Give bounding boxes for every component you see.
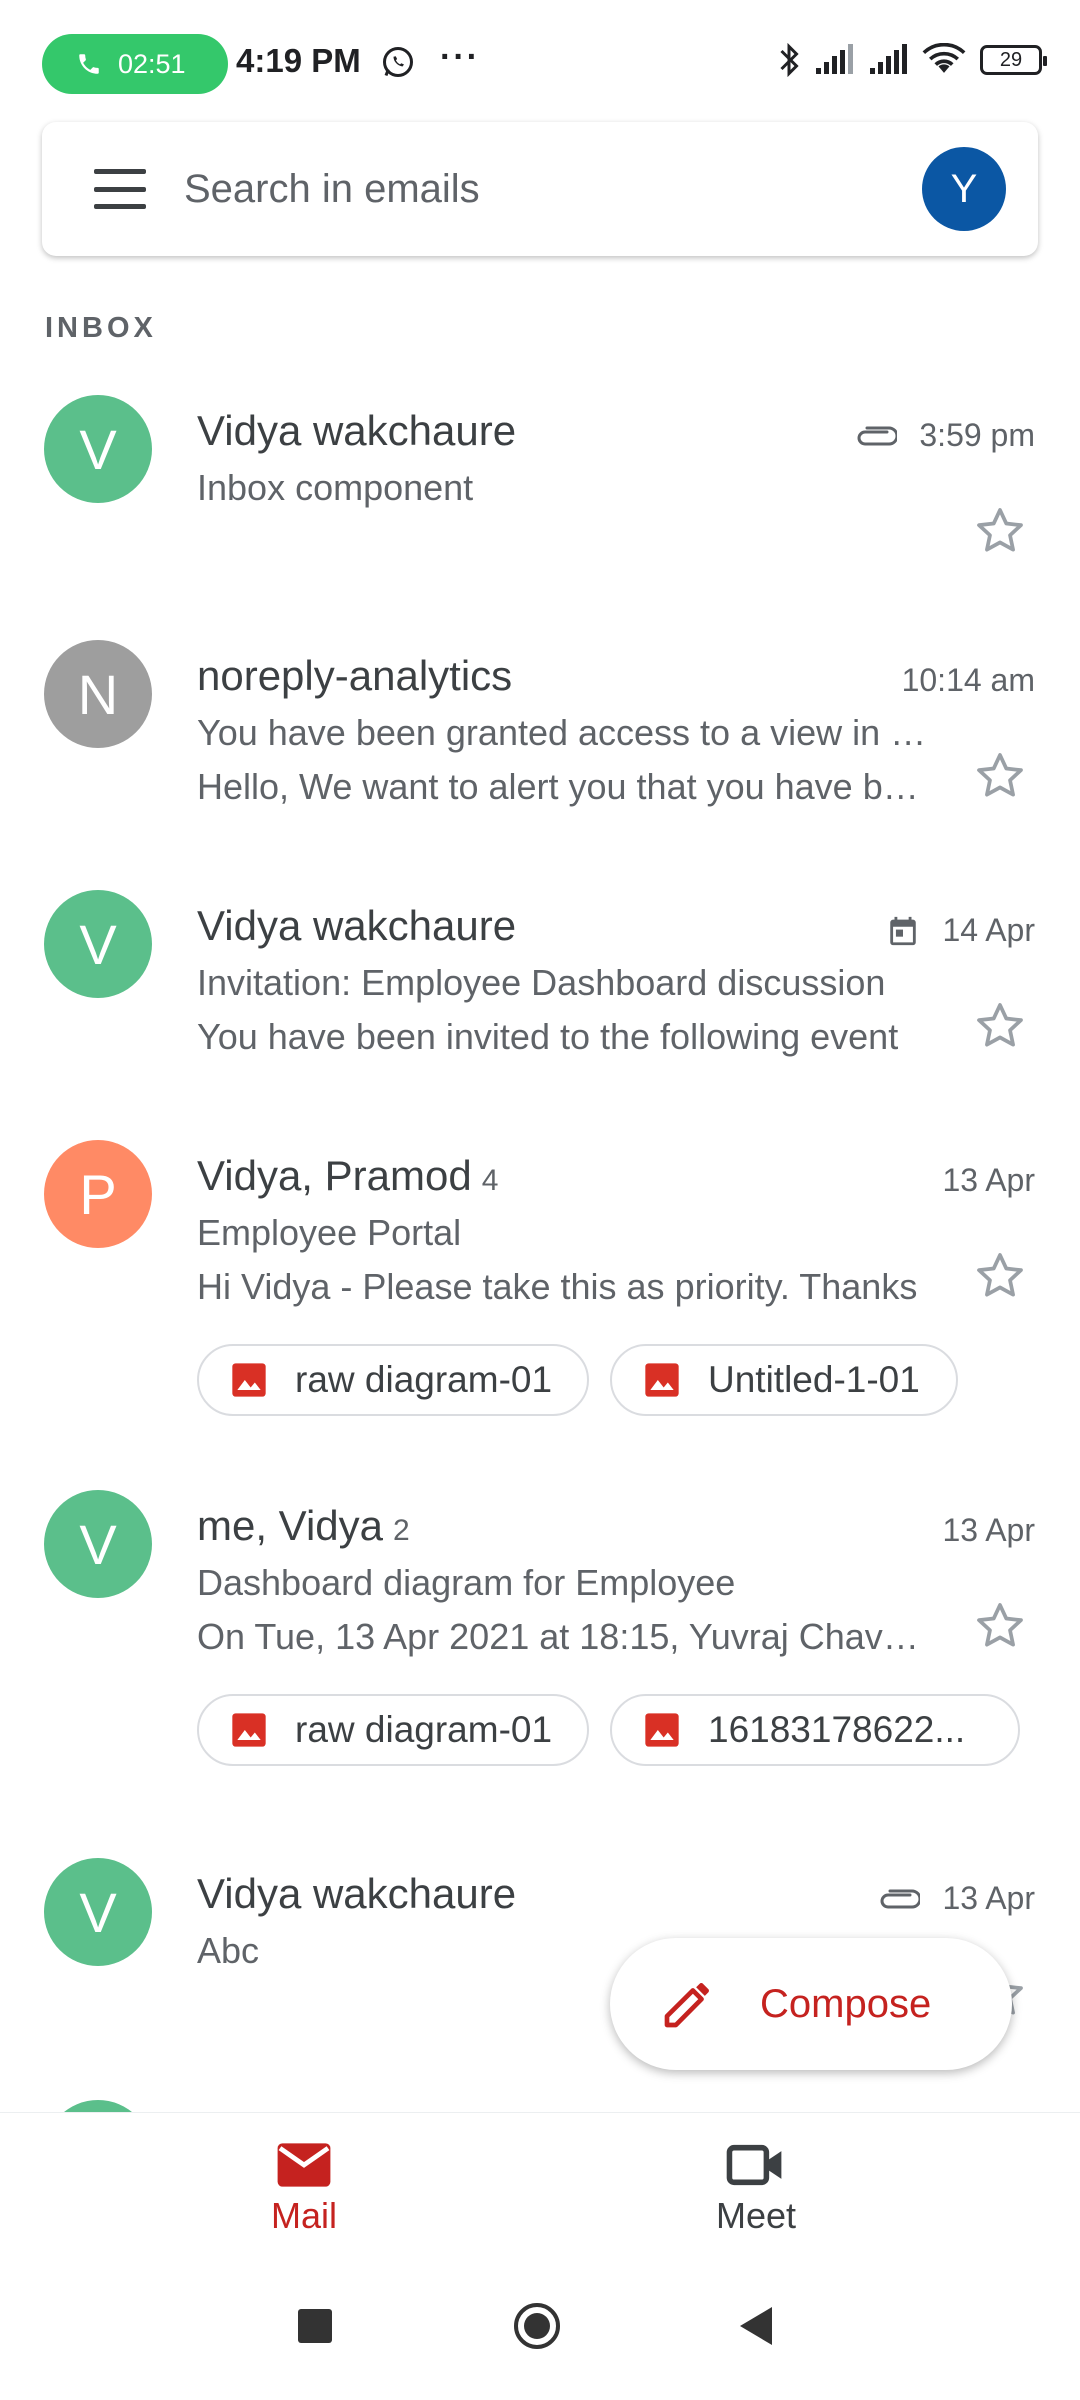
star-icon[interactable]	[972, 1248, 1028, 1304]
email-subject: Inbox component	[197, 467, 474, 508]
email-subject: Employee Portal	[197, 1212, 462, 1253]
video-camera-icon	[726, 2144, 782, 2186]
email-subject: You have been granted access to a view i…	[197, 712, 937, 753]
email-date-wrap: 13 Apr	[878, 1880, 1035, 1917]
thread-count: 4	[481, 1164, 499, 1197]
email-subject: Dashboard diagram for Employee	[197, 1562, 736, 1603]
email-date: 13 Apr	[942, 1880, 1035, 1916]
sender-avatar: P	[44, 1140, 152, 1248]
search-bar[interactable]: Search in emails Y	[42, 122, 1038, 256]
whatsapp-icon	[383, 47, 413, 77]
attachment-name: raw diagram-01	[295, 1359, 553, 1400]
nav-meet-label: Meet	[715, 2195, 797, 2236]
sender-avatar: V	[44, 890, 152, 998]
attachment-name: 16183178622...	[708, 1709, 966, 1750]
battery-level: 29	[999, 48, 1023, 71]
image-icon	[232, 1713, 266, 1747]
nav-mail-label: Mail	[270, 2195, 337, 2236]
attachment-name: raw diagram-01	[295, 1709, 553, 1750]
email-date: 14 Apr	[942, 912, 1035, 948]
sender-name: noreply-analytics	[197, 652, 513, 699]
cellular-signal-2-icon	[870, 44, 907, 74]
compose-label: Compose	[760, 1981, 932, 2026]
email-date-wrap: 13 Apr	[942, 1162, 1035, 1199]
sender-name: Vidya wakchaure	[197, 1870, 517, 1917]
image-icon	[645, 1713, 679, 1747]
more-notifications-icon: ···	[440, 38, 480, 76]
account-avatar-button[interactable]: Y	[922, 147, 1006, 231]
battery-indicator: 29	[980, 45, 1047, 75]
paperclip-icon	[857, 426, 898, 445]
email-subject: Invitation: Employee Dashboard discussio…	[197, 962, 886, 1003]
bottom-navigation: Mail Meet	[0, 2112, 1080, 2266]
attachment-name: Untitled-1-01	[708, 1359, 920, 1400]
email-date-wrap: 10:14 am	[902, 662, 1035, 699]
call-timer: 02:51	[118, 48, 186, 79]
email-snippet: Hello, We want to alert you that you hav…	[197, 766, 937, 807]
paperclip-icon	[881, 1889, 921, 1908]
wifi-icon	[922, 43, 966, 73]
image-icon	[232, 1363, 266, 1397]
mail-icon	[277, 2143, 331, 2187]
back-icon[interactable]	[740, 2307, 772, 2345]
star-icon[interactable]	[972, 748, 1028, 804]
star-icon[interactable]	[972, 1598, 1028, 1654]
sender-name: Vidya wakchaure	[197, 407, 517, 454]
system-navigation-bar	[0, 2265, 1080, 2400]
bluetooth-icon	[780, 42, 799, 78]
email-date: 10:14 am	[901, 662, 1035, 698]
nav-meet-tab[interactable]: Meet	[486, 2113, 1026, 2265]
sender-avatar: V	[44, 1490, 152, 1598]
star-icon[interactable]	[972, 998, 1028, 1054]
sender-avatar: V	[44, 395, 152, 503]
attachment-chip[interactable]: raw diagram-01	[197, 1344, 589, 1416]
star-icon[interactable]	[972, 503, 1028, 559]
pencil-icon	[664, 1983, 709, 2028]
next-email-avatar-peek	[44, 2100, 152, 2112]
email-snippet: Hi Vidya - Please take this as priority.…	[197, 1266, 918, 1307]
email-date: 3:59 pm	[919, 417, 1035, 453]
search-input[interactable]: Search in emails	[184, 167, 922, 212]
email-date-wrap: 14 Apr	[886, 912, 1035, 949]
status-bar: 02:51 4:19 PM ··· 29	[0, 0, 1080, 130]
sender-name: me, Vidya 2	[197, 1502, 410, 1549]
email-date-wrap: 13 Apr	[942, 1512, 1035, 1549]
email-date-wrap: 3:59 pm	[855, 417, 1035, 454]
image-icon	[645, 1363, 679, 1397]
clock: 4:19 PM	[236, 42, 361, 79]
attachment-chip[interactable]: Untitled-1-01	[610, 1344, 958, 1416]
calendar-icon	[890, 916, 917, 945]
hamburger-menu-icon[interactable]	[94, 169, 146, 209]
sender-avatar: N	[44, 640, 152, 748]
ongoing-call-pill[interactable]: 02:51	[42, 34, 228, 94]
email-date: 13 Apr	[942, 1512, 1035, 1548]
email-date: 13 Apr	[942, 1162, 1035, 1198]
attachment-chip[interactable]: 16183178622...	[610, 1694, 1020, 1766]
recent-apps-icon[interactable]	[298, 2309, 332, 2343]
sender-avatar: V	[44, 1858, 152, 1966]
attachment-chip[interactable]: raw diagram-01	[197, 1694, 589, 1766]
cellular-signal-icon	[816, 44, 853, 74]
home-icon[interactable]	[514, 2303, 560, 2349]
sender-name: Vidya, Pramod 4	[197, 1152, 499, 1199]
email-snippet: On Tue, 13 Apr 2021 at 18:15, Yuvraj Cha…	[197, 1616, 937, 1657]
email-snippet: You have been invited to the following e…	[197, 1016, 899, 1057]
thread-count: 2	[393, 1514, 410, 1547]
phone-icon	[79, 54, 99, 74]
compose-button[interactable]: Compose	[610, 1938, 1012, 2070]
inbox-label: INBOX	[45, 312, 157, 344]
sender-name: Vidya wakchaure	[197, 902, 517, 949]
